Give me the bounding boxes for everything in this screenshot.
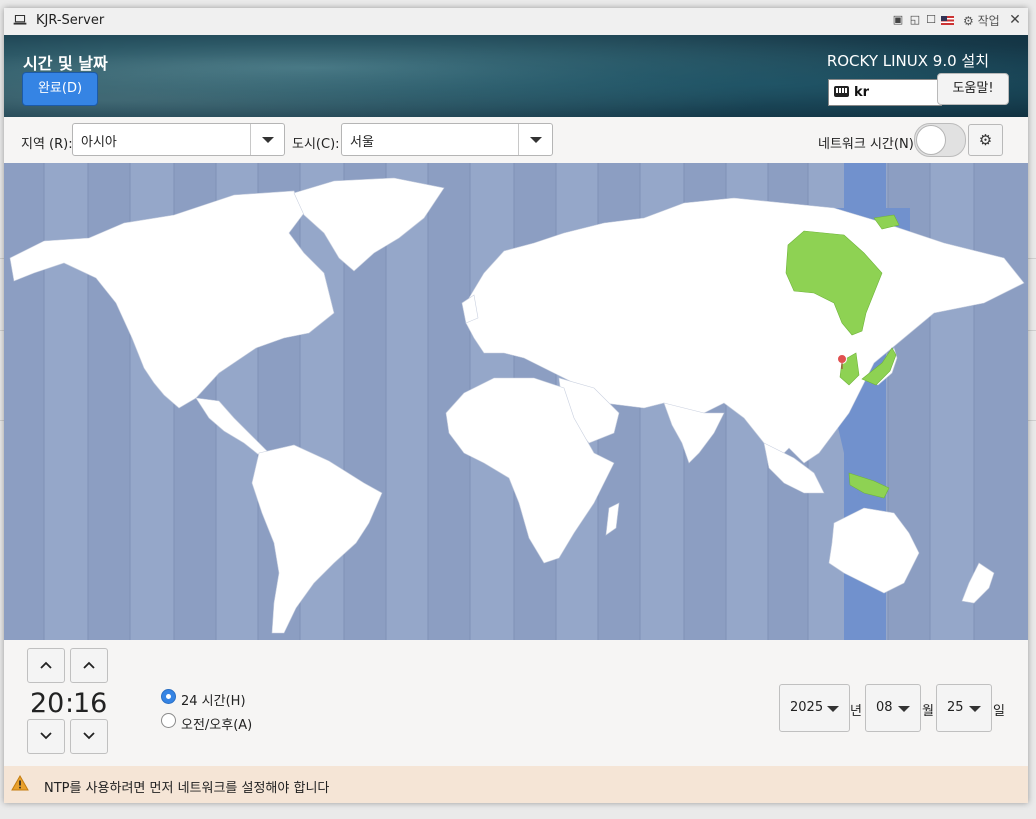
warning-bar: NTP를 사용하려면 먼저 네트워크를 설정해야 합니다 xyxy=(4,766,1028,803)
chevron-up-icon xyxy=(83,661,95,669)
network-time-label: 네트워크 시간(N) xyxy=(818,137,914,152)
gears-icon: ⚙ xyxy=(978,131,993,149)
format-ampm-label[interactable]: 오전/오후(A) xyxy=(181,714,252,733)
minute-up-button[interactable] xyxy=(70,648,108,683)
region-combo[interactable]: 아시아 xyxy=(72,123,285,156)
chevron-down-icon[interactable] xyxy=(250,124,284,155)
minutes-display: 16 xyxy=(73,688,108,719)
chevron-down-icon xyxy=(40,732,52,740)
year-select[interactable]: 2025 xyxy=(779,684,850,732)
ntp-settings-button[interactable]: ⚙ xyxy=(968,124,1003,156)
day-unit-label: 일 xyxy=(993,704,1005,719)
snap-left-icon[interactable]: ▣ xyxy=(892,14,904,26)
installer-window: KJR-Server ▣ ◱ ☐ ⚙ 작업 ✕ 시간 및 날짜 완료(D) RO… xyxy=(4,8,1028,803)
city-combo[interactable]: 서울 xyxy=(341,123,553,156)
hours-display: 20 xyxy=(30,688,65,719)
month-select[interactable]: 08 xyxy=(865,684,921,732)
chevron-down-icon xyxy=(827,706,839,712)
day-select[interactable]: 25 xyxy=(936,684,992,732)
minute-down-button[interactable] xyxy=(70,719,108,754)
chevron-down-icon xyxy=(898,706,910,712)
restore-icon[interactable]: ◱ xyxy=(909,14,921,26)
warning-text: NTP를 사용하려면 먼저 네트워크를 설정해야 합니다 xyxy=(44,781,330,796)
format-24h-label[interactable]: 24 시간(H) xyxy=(181,690,246,709)
chevron-down-icon xyxy=(83,732,95,740)
year-value: 2025 xyxy=(790,700,824,715)
timezone-toolbar: 지역 (R): 아시아 도시(C): 서울 네트워크 시간(N) ⚙ xyxy=(4,117,1028,164)
spoke-header: 시간 및 날짜 완료(D) ROCKY LINUX 9.0 설치 kr 도움말! xyxy=(4,35,1028,117)
chevron-down-icon[interactable] xyxy=(518,124,552,155)
switch-knob xyxy=(916,125,946,155)
network-time-switch[interactable] xyxy=(914,123,966,157)
city-value: 서울 xyxy=(350,135,374,150)
format-ampm-radio[interactable] xyxy=(161,713,176,728)
time-date-panel: 20 : 16 24 시간(H) 오전/오후(A) 2025 년 08 월 25… xyxy=(4,640,1028,766)
chevron-down-icon xyxy=(969,706,981,712)
keyboard-icon xyxy=(834,86,849,97)
keyboard-layout-indicator[interactable]: kr xyxy=(828,79,942,106)
region-label: 지역 (R): xyxy=(21,137,73,152)
greenland-land xyxy=(293,177,445,272)
work-menu-label: 작업 xyxy=(977,14,1000,28)
hour-up-button[interactable] xyxy=(27,648,65,683)
world-map-svg[interactable] xyxy=(4,163,1028,640)
maximize-icon[interactable]: ☐ xyxy=(925,14,937,26)
city-label: 도시(C): xyxy=(292,137,340,152)
region-value: 아시아 xyxy=(81,135,117,150)
timezone-map[interactable] xyxy=(4,163,1028,640)
window-titlebar: KJR-Server ▣ ◱ ☐ ⚙ 작업 ✕ xyxy=(4,8,1028,36)
work-menu[interactable]: ⚙ 작업 xyxy=(963,12,1000,29)
chevron-up-icon xyxy=(40,661,52,669)
month-unit-label: 월 xyxy=(922,704,934,719)
us-flag-icon[interactable] xyxy=(941,16,954,25)
warning-icon xyxy=(11,775,29,791)
close-icon[interactable]: ✕ xyxy=(1009,13,1021,27)
page-title: 시간 및 날짜 xyxy=(23,54,108,73)
format-24h-radio[interactable] xyxy=(161,689,176,704)
hour-down-button[interactable] xyxy=(27,719,65,754)
window-title: KJR-Server xyxy=(36,13,105,28)
day-value: 25 xyxy=(947,700,964,715)
year-unit-label: 년 xyxy=(850,704,862,719)
month-value: 08 xyxy=(876,700,893,715)
keyboard-layout-value: kr xyxy=(854,85,870,100)
done-button[interactable]: 완료(D) xyxy=(22,72,98,106)
help-button[interactable]: 도움말! xyxy=(937,73,1009,105)
product-title: ROCKY LINUX 9.0 설치 xyxy=(826,52,989,70)
computer-icon xyxy=(13,15,27,25)
